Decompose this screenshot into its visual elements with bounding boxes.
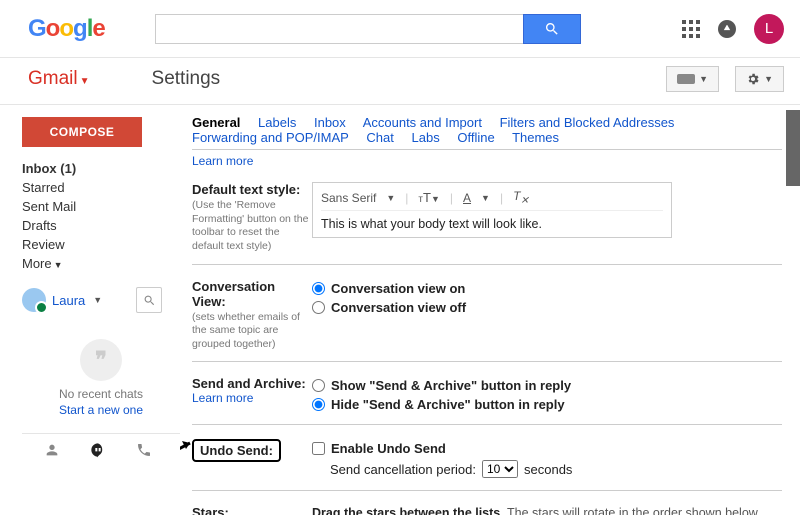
search-icon — [544, 21, 560, 37]
undo-send-title: Undo Send: — [200, 443, 273, 458]
nav-inbox[interactable]: Inbox (1) — [22, 159, 180, 178]
conversation-off-radio[interactable] — [312, 301, 325, 314]
send-archive-learn-more[interactable]: Learn more — [192, 391, 253, 405]
apps-icon[interactable] — [682, 20, 700, 38]
conversation-on-radio[interactable] — [312, 282, 325, 295]
sidebar: COMPOSE Inbox (1) Starred Sent Mail Draf… — [0, 105, 180, 515]
stars-title: Stars: — [192, 505, 229, 515]
nav-sent-mail[interactable]: Sent Mail — [22, 197, 180, 216]
tab-inbox[interactable]: Inbox — [314, 115, 346, 130]
search-button[interactable] — [523, 14, 581, 44]
remove-formatting-button[interactable]: T✕ — [513, 189, 529, 206]
hide-send-archive-option[interactable]: Hide "Send & Archive" button in reply — [312, 395, 782, 414]
hangouts-quote-icon: ❞ — [80, 339, 122, 381]
show-send-archive-label: Show "Send & Archive" button in reply — [331, 378, 571, 393]
compose-button[interactable]: COMPOSE — [22, 117, 142, 147]
nav-more-label: More — [22, 256, 52, 271]
search-container — [155, 14, 581, 44]
section-conversation-view: Conversation View: (sets whether emails … — [192, 265, 782, 363]
gear-icon — [746, 72, 760, 86]
font-family-dropdown[interactable]: Sans Serif — [321, 191, 376, 205]
enable-undo-send-option[interactable]: Enable Undo Send — [312, 439, 782, 458]
tab-labels[interactable]: Labels — [258, 115, 296, 130]
nav-drafts[interactable]: Drafts — [22, 216, 180, 235]
caret-down-icon: ▼ — [80, 76, 90, 87]
no-recent-chats-text: No recent chats — [22, 387, 180, 401]
google-logo[interactable]: Google — [28, 15, 105, 43]
tab-offline[interactable]: Offline — [457, 130, 494, 145]
conversation-off-option[interactable]: Conversation view off — [312, 298, 782, 317]
send-archive-title: Send and Archive: — [192, 376, 306, 391]
search-icon — [143, 294, 156, 307]
section-default-text-style: Default text style: (Use the 'Remove For… — [192, 168, 782, 265]
conversation-on-option[interactable]: Conversation view on — [312, 279, 782, 298]
conversation-view-hint: (sets whether emails of the same topic a… — [192, 311, 312, 352]
subheader-bar: Gmail▼ Settings ▼ ▼ — [0, 58, 800, 105]
enable-undo-send-label: Enable Undo Send — [331, 441, 446, 456]
nav-starred[interactable]: Starred — [22, 178, 180, 197]
default-text-style-hint: (Use the 'Remove Formatting' button on t… — [192, 199, 312, 254]
settings-tabs: General Labels Inbox Accounts and Import… — [192, 109, 782, 150]
caret-down-icon: ▼ — [764, 74, 773, 84]
contacts-tab-icon[interactable] — [44, 442, 60, 461]
header-bar: Google L — [0, 0, 800, 58]
hangouts-tab-icon[interactable] — [90, 442, 106, 461]
scrollbar-thumb[interactable] — [786, 110, 800, 186]
hangouts-avatar[interactable] — [22, 288, 46, 312]
tab-general[interactable]: General — [192, 115, 240, 130]
cancellation-period-label: Send cancellation period: — [330, 462, 476, 477]
page-title: Settings — [152, 68, 221, 90]
tab-themes[interactable]: Themes — [512, 130, 559, 145]
gmail-dropdown[interactable]: Gmail▼ — [28, 68, 90, 90]
section-stars: Stars: Drag the stars between the lists.… — [192, 491, 782, 515]
cancellation-period-select[interactable]: 10 — [482, 460, 518, 478]
conversation-view-title: Conversation View: — [192, 279, 275, 309]
annotation-arrow-icon — [180, 437, 198, 465]
undo-send-highlight-box: Undo Send: — [192, 439, 281, 462]
notifications-icon[interactable] — [718, 20, 736, 38]
tab-chat[interactable]: Chat — [366, 130, 393, 145]
caret-down-icon: ▼ — [699, 74, 708, 84]
tab-filters[interactable]: Filters and Blocked Addresses — [500, 115, 675, 130]
stars-drag-bold: Drag the stars between the lists. — [312, 506, 504, 515]
hide-send-archive-radio[interactable] — [312, 398, 325, 411]
section-send-archive: Send and Archive: Learn more Show "Send … — [192, 362, 782, 425]
enable-undo-send-checkbox[interactable] — [312, 442, 325, 455]
learn-more-link[interactable]: Learn more — [192, 154, 253, 168]
nav-review[interactable]: Review — [22, 235, 180, 254]
nav-more[interactable]: More▼ — [22, 254, 180, 273]
search-people-button[interactable] — [136, 287, 162, 313]
text-style-preview: This is what your body text will look li… — [321, 217, 663, 231]
settings-content: General Labels Inbox Accounts and Import… — [180, 105, 800, 515]
hangouts-profile-name[interactable]: Laura — [52, 293, 85, 308]
gmail-label-text: Gmail — [28, 68, 78, 89]
section-undo-send: Undo Send: Enable Undo Send Send cancell… — [192, 425, 782, 491]
seconds-label: seconds — [524, 462, 572, 477]
tab-labs[interactable]: Labs — [412, 130, 440, 145]
search-input[interactable] — [155, 14, 523, 44]
hide-send-archive-label: Hide "Send & Archive" button in reply — [331, 397, 565, 412]
font-size-dropdown[interactable]: тT▼ — [418, 190, 439, 205]
default-text-style-title: Default text style: — [192, 182, 300, 197]
tab-accounts[interactable]: Accounts and Import — [363, 115, 482, 130]
settings-gear-button[interactable]: ▼ — [735, 66, 784, 92]
start-new-chat-link[interactable]: Start a new one — [22, 403, 180, 417]
show-send-archive-radio[interactable] — [312, 379, 325, 392]
input-tools-button[interactable]: ▼ — [666, 66, 719, 92]
phone-tab-icon[interactable] — [136, 442, 152, 461]
account-avatar[interactable]: L — [754, 14, 784, 44]
conversation-off-label: Conversation view off — [331, 300, 466, 315]
text-color-dropdown[interactable]: A — [463, 191, 471, 205]
caret-down-icon: ▼ — [93, 295, 102, 305]
show-send-archive-option[interactable]: Show "Send & Archive" button in reply — [312, 376, 782, 395]
tab-forwarding[interactable]: Forwarding and POP/IMAP — [192, 130, 349, 145]
keyboard-icon — [677, 74, 695, 84]
text-style-editor: Sans Serif▼ | тT▼ | A▼ | T✕ This is what… — [312, 182, 672, 238]
caret-down-icon: ▼ — [54, 260, 63, 270]
conversation-on-label: Conversation view on — [331, 281, 465, 296]
